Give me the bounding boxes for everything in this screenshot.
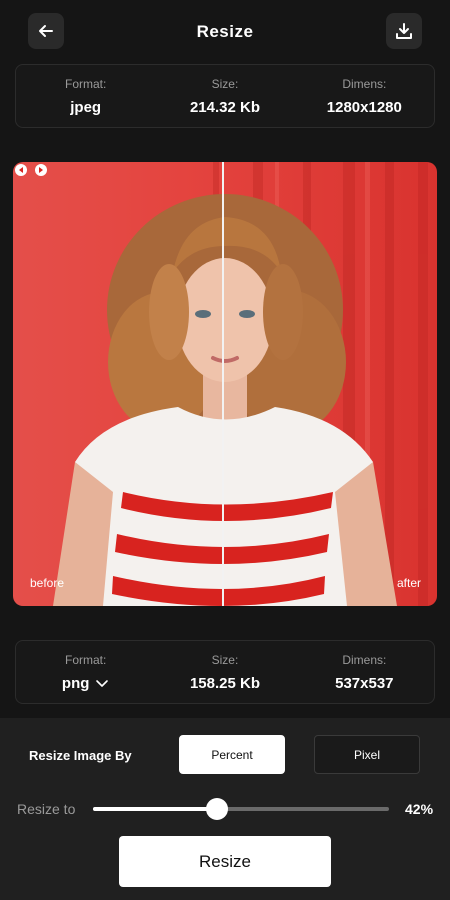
result-format: Format: png	[16, 641, 155, 703]
original-info-card: Format: jpeg Size: 214.32 Kb Dimens: 128…	[15, 64, 435, 128]
resize-to-label: Resize to	[17, 801, 76, 817]
format-label: Format:	[64, 77, 107, 91]
dimens-label: Dimens:	[342, 77, 387, 91]
portrait-photo	[53, 162, 428, 606]
result-info-card: Format: png Size: 158.25 Kb Dimens: 537x…	[15, 640, 435, 704]
pixel-option-button[interactable]: Pixel	[314, 735, 420, 774]
size-value: 158.25 Kb	[189, 675, 261, 692]
top-bar: Resize	[0, 0, 450, 64]
resize-percent-slider[interactable]	[93, 798, 389, 820]
size-value: 214.32 Kb	[189, 99, 261, 116]
before-label: before	[30, 576, 65, 590]
after-label: after	[396, 576, 421, 590]
dimens-value: 1280x1280	[326, 99, 402, 116]
format-dropdown[interactable]: png	[62, 675, 110, 692]
result-size: Size: 158.25 Kb	[155, 641, 294, 703]
chevron-down-icon	[96, 679, 109, 687]
size-label: Size:	[211, 77, 239, 91]
resize-controls-panel: Resize Image By Percent Pixel Resize to …	[0, 718, 450, 900]
slider-fill	[93, 807, 217, 811]
download-icon	[396, 23, 412, 39]
download-button[interactable]	[386, 13, 422, 49]
format-label: Format:	[64, 653, 107, 667]
resize-button[interactable]: Resize	[119, 836, 331, 887]
size-label: Size:	[211, 653, 239, 667]
before-after-comparison[interactable]: before after	[13, 162, 437, 606]
dimens-value: 537x537	[335, 675, 394, 692]
original-size: Size: 214.32 Kb	[155, 65, 294, 127]
page-title: Resize	[196, 22, 254, 41]
slider-thumb[interactable]	[206, 798, 228, 820]
result-dimensions: Dimens: 537x537	[295, 641, 434, 703]
original-dimensions: Dimens: 1280x1280	[295, 65, 434, 127]
dimens-label: Dimens:	[342, 653, 387, 667]
format-value: jpeg	[70, 99, 102, 116]
comparison-divider[interactable]	[222, 162, 224, 606]
format-value: png	[61, 675, 90, 692]
resize-by-label: Resize Image By	[29, 748, 132, 763]
percent-option-button[interactable]: Percent	[179, 735, 285, 774]
drag-handle-icon[interactable]	[13, 162, 49, 178]
percent-value: 42%	[405, 801, 434, 817]
original-format: Format: jpeg	[16, 65, 155, 127]
